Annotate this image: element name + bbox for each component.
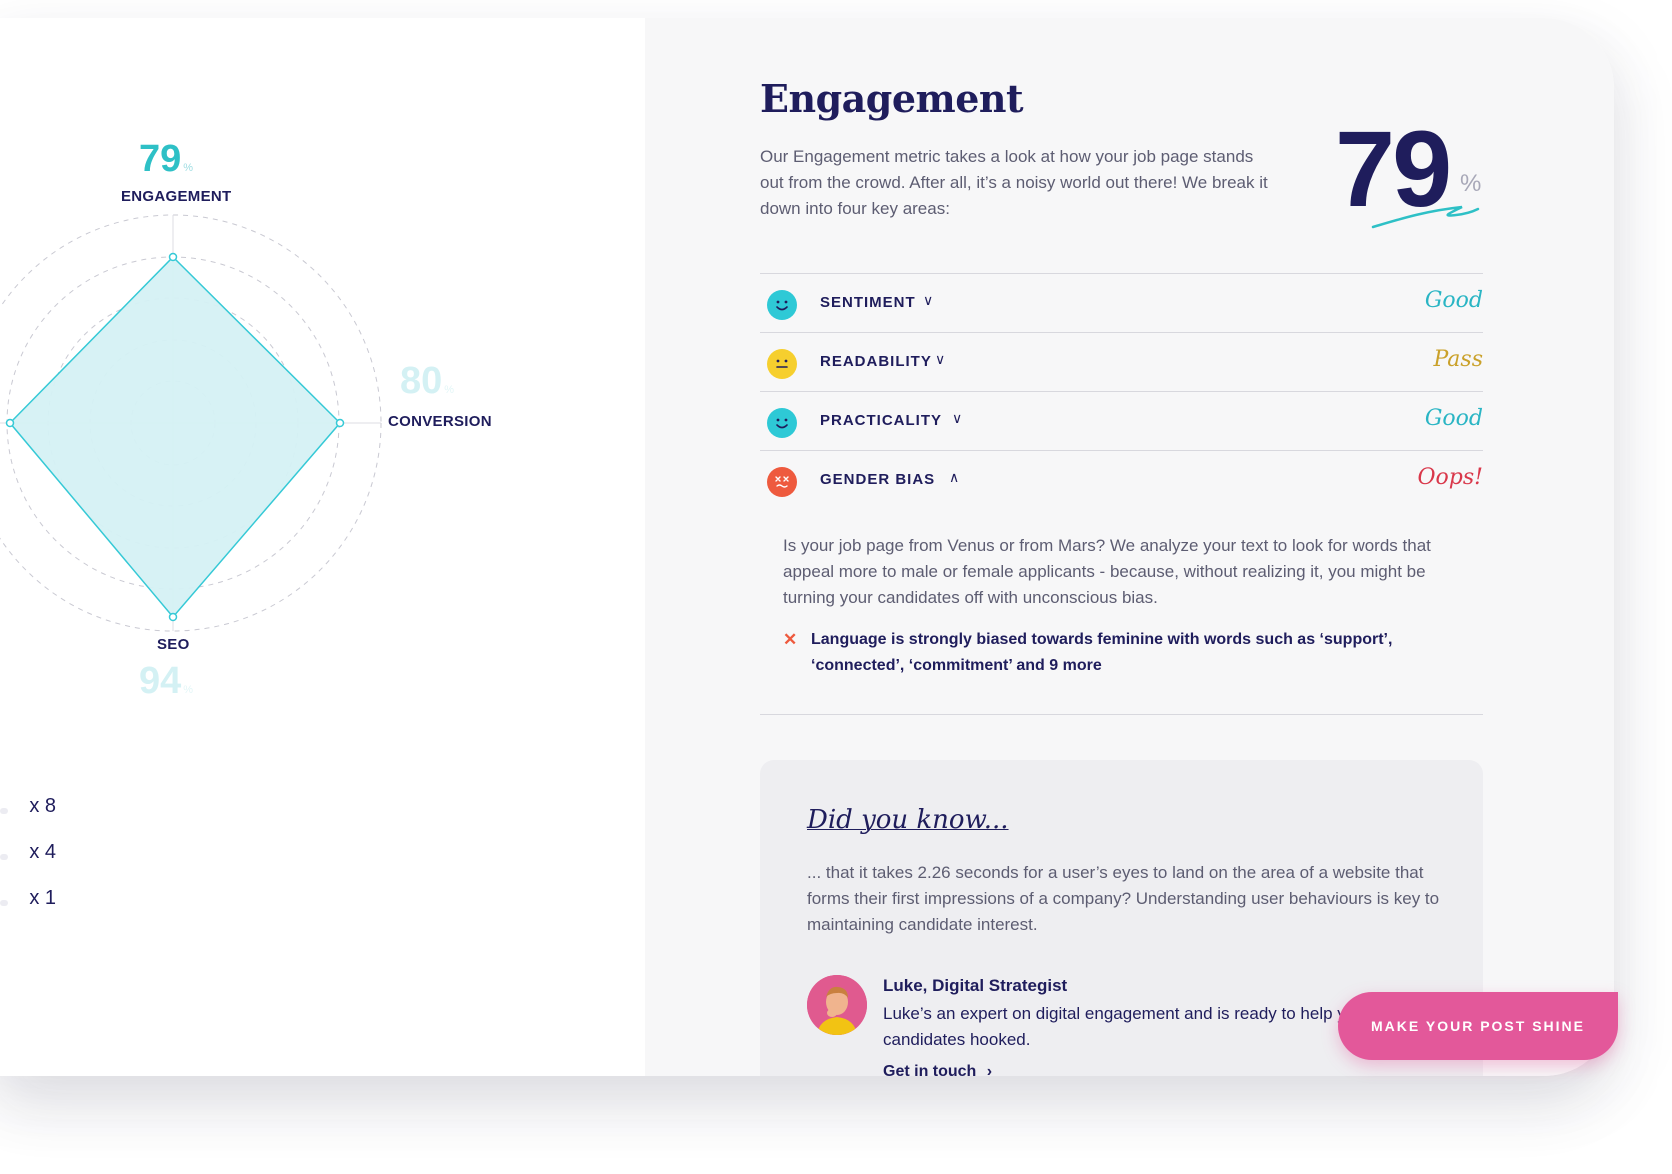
chevron-up-icon[interactable]: ∧: [949, 469, 959, 486]
radar-shape: [8, 255, 342, 619]
radar-panel: 79% ENGAGEMENT 80% CONVERSION SEO 94% x …: [0, 18, 645, 1076]
make-your-post-shine-button[interactable]: MAKE YOUR POST SHINE: [1338, 992, 1618, 1060]
gender-bias-description: Is your job page from Venus or from Mars…: [783, 536, 1431, 607]
chevron-down-icon[interactable]: ∨: [923, 292, 933, 309]
legend-row: x 1: [0, 885, 80, 931]
chevron-down-icon[interactable]: ∨: [935, 351, 945, 368]
did-you-know-text: ... that it takes 2.26 seconds for a use…: [807, 863, 1440, 934]
legend-label: x 4: [29, 841, 56, 863]
happy-face-icon: [767, 290, 797, 320]
report-card: 79% ENGAGEMENT 80% CONVERSION SEO 94% x …: [0, 18, 1614, 1076]
score-underline-swoosh: [1371, 205, 1480, 229]
detail-panel: Engagement Our Engagement metric takes a…: [645, 18, 1614, 1076]
metric-label: PRACTICALITY: [820, 412, 942, 429]
metric-label: READABILITY: [820, 353, 932, 370]
metric-row-gender-bias[interactable]: GENDER BIAS ∧ Oops!: [760, 450, 1483, 509]
seo-axis-label: SEO: [157, 636, 190, 653]
cross-icon: ✕: [783, 630, 798, 649]
person-avatar-icon: [807, 975, 867, 1035]
engagement-axis-label: ENGAGEMENT: [121, 188, 232, 205]
section-title: Engagement: [760, 76, 1024, 121]
conversion-score-unit: %: [444, 384, 455, 396]
metric-status: Good: [1424, 288, 1483, 313]
neutral-face-glyph: [776, 359, 788, 368]
chevron-right-icon: ›: [986, 1063, 993, 1076]
radar-point-conversion: [335, 418, 345, 428]
metric-rows: SENTIMENT ∨ Good READABILITY ∨ Pass PRAC…: [760, 273, 1483, 509]
legend-row: x 8: [0, 793, 80, 839]
metric-label: SENTIMENT: [820, 294, 916, 311]
seo-score-value: 94: [139, 660, 182, 702]
chevron-down-icon[interactable]: ∨: [952, 410, 962, 427]
conversion-score-value: 80: [400, 360, 443, 402]
legend-row: x 4: [0, 839, 80, 885]
metric-status: Good: [1424, 406, 1483, 431]
metric-status: Pass: [1433, 347, 1483, 372]
radar-point-seo: [168, 612, 178, 622]
dizzy-face-glyph: [775, 476, 789, 488]
did-you-know-title: Did you know...: [807, 805, 1009, 835]
happy-face-glyph: [776, 300, 788, 311]
bias-finding: ✕ Language is strongly biased towards fe…: [783, 627, 1443, 679]
metric-row-practicality[interactable]: PRACTICALITY ∨ Good: [760, 391, 1483, 450]
legend-bar: [0, 900, 8, 906]
engagement-score: 79%: [139, 138, 193, 181]
conversion-axis-label: CONVERSION: [388, 413, 492, 430]
metric-label: GENDER BIAS: [820, 471, 936, 488]
conversion-score: 80%: [400, 360, 454, 403]
radar-chart: [0, 214, 382, 632]
happy-face-icon: [767, 408, 797, 438]
legend: x 8 x 4 x 1: [0, 793, 80, 931]
get-in-touch-link[interactable]: Get in touch ›: [883, 1063, 992, 1076]
engagement-score-value: 79: [139, 138, 182, 180]
seo-score: 94%: [139, 660, 193, 703]
seo-score-unit: %: [183, 684, 194, 696]
avatar: [807, 975, 867, 1035]
legend-bar: [0, 808, 8, 814]
metric-row-sentiment[interactable]: SENTIMENT ∨ Good: [760, 273, 1483, 332]
person-description: Luke’s an expert on digital engagement a…: [883, 1004, 1346, 1049]
engagement-score-unit: %: [183, 162, 194, 174]
metric-row-readability[interactable]: READABILITY ∨ Pass: [760, 332, 1483, 391]
legend-label: x 8: [29, 795, 56, 817]
get-in-touch-label: Get in touch: [883, 1063, 977, 1076]
divider: [760, 714, 1483, 715]
metric-status: Oops!: [1417, 465, 1484, 490]
legend-label: x 1: [29, 887, 56, 909]
happy-face-glyph: [776, 418, 788, 429]
neutral-face-icon: [767, 349, 797, 379]
dizzy-face-icon: [767, 467, 797, 497]
radar-point-engagement: [168, 252, 178, 262]
radar-point-left: [5, 418, 15, 428]
section-intro: Our Engagement metric takes a look at ho…: [760, 147, 1268, 218]
gender-bias-detail: Is your job page from Venus or from Mars…: [783, 533, 1443, 679]
person-name: Luke, Digital Strategist: [883, 976, 1068, 995]
legend-bar: [0, 854, 8, 860]
bias-finding-text: Language is strongly biased towards femi…: [811, 631, 1393, 674]
